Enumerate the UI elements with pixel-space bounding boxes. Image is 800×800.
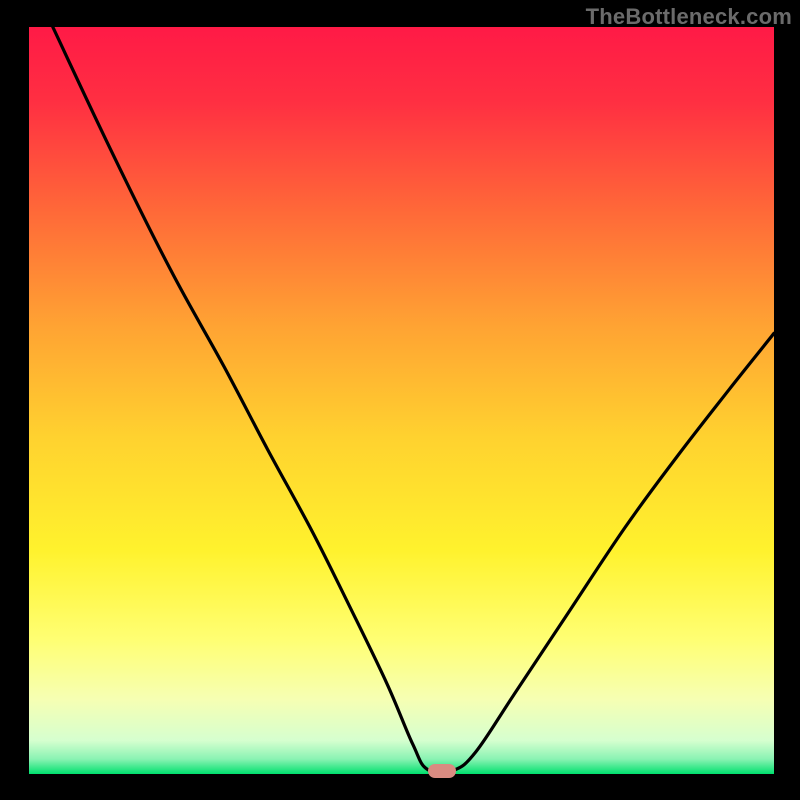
plot-svg	[29, 27, 774, 774]
gradient-background	[29, 27, 774, 774]
optimum-marker	[428, 764, 456, 778]
plot-area	[29, 27, 774, 774]
watermark-text: TheBottleneck.com	[586, 4, 792, 30]
chart-frame: TheBottleneck.com	[0, 0, 800, 800]
